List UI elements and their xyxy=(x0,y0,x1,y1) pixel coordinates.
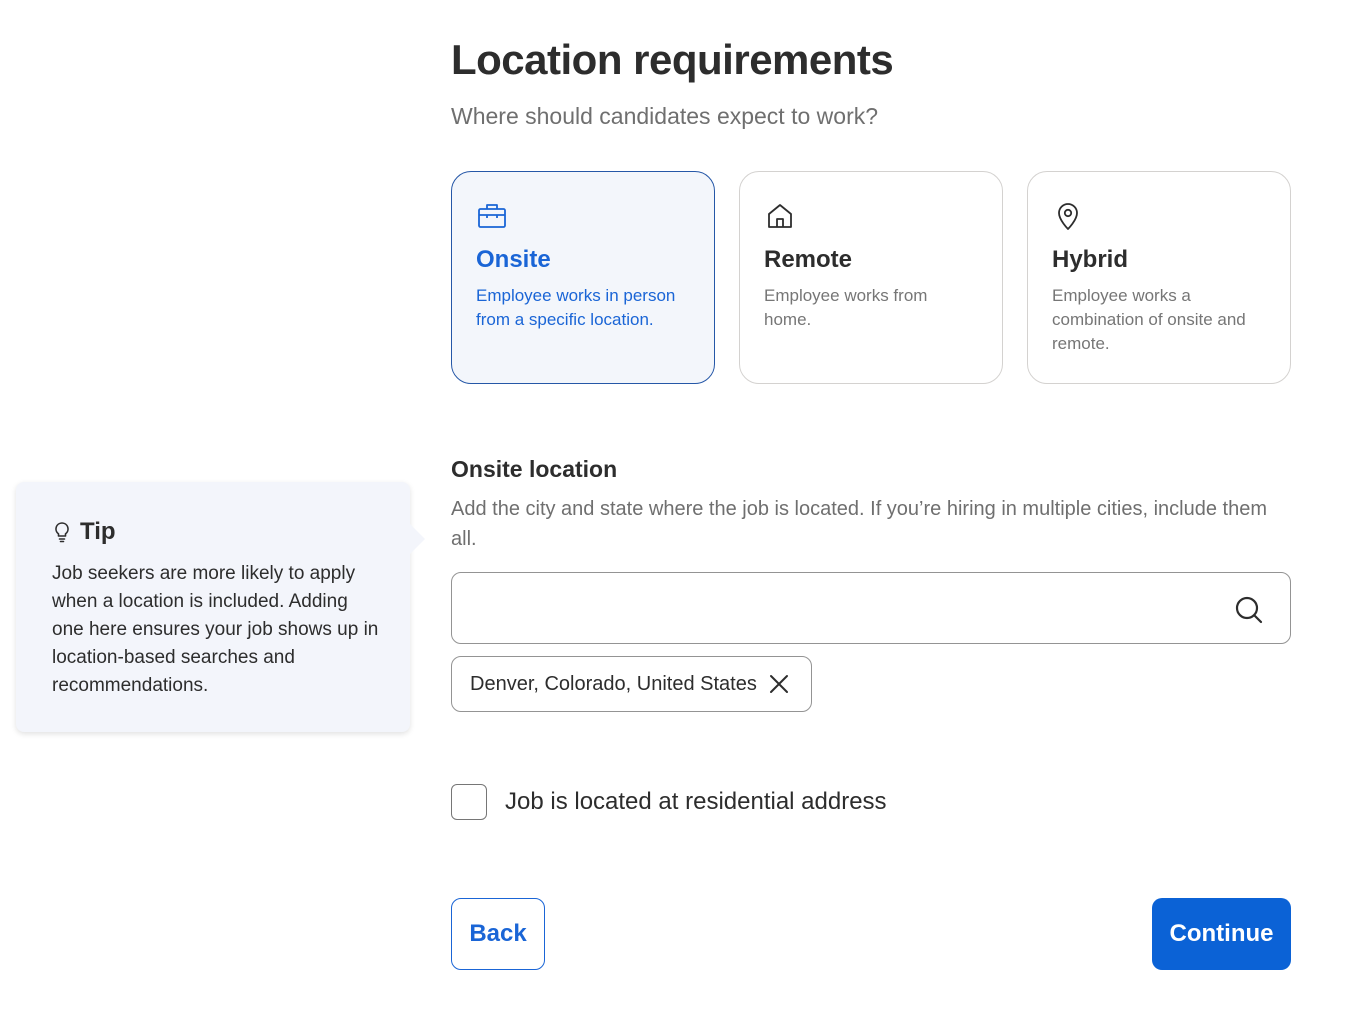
home-icon xyxy=(768,204,792,228)
location-search-box xyxy=(451,572,1291,644)
option-description: Employee works from home. xyxy=(764,286,928,329)
briefcase-icon xyxy=(478,204,506,228)
tip-header: Tip xyxy=(52,518,380,546)
onsite-location-title: Onsite location xyxy=(451,456,618,482)
continue-button[interactable]: Continue xyxy=(1152,898,1291,970)
option-title: Remote xyxy=(764,246,853,273)
option-title: Hybrid xyxy=(1052,246,1129,273)
tip-title: Tip xyxy=(80,518,116,545)
option-card-remote[interactable]: Remote Employee works from home. xyxy=(739,171,1003,384)
work-type-options: Onsite Employee works in person from a s… xyxy=(451,171,1291,384)
option-card-hybrid[interactable]: Hybrid Employee works a combination of o… xyxy=(1027,171,1291,384)
search-icon[interactable] xyxy=(1234,595,1264,625)
residential-address-checkbox[interactable] xyxy=(451,784,487,820)
close-icon[interactable] xyxy=(767,672,791,696)
location-chip-label: Denver, Colorado, United States xyxy=(470,672,757,695)
tip-pointer xyxy=(410,524,425,554)
location-chip: Denver, Colorado, United States xyxy=(451,656,812,712)
option-card-onsite[interactable]: Onsite Employee works in person from a s… xyxy=(451,171,715,384)
option-title: Onsite xyxy=(476,246,551,273)
page-subtitle: Where should candidates expect to work? xyxy=(451,103,879,129)
page-title: Location requirements xyxy=(451,36,894,83)
map-pin-icon xyxy=(1058,203,1078,230)
lightbulb-icon xyxy=(55,522,69,543)
tip-card: Tip Job seekers are more likely to apply… xyxy=(16,482,425,732)
residential-address-row: Job is located at residential address xyxy=(451,784,887,820)
option-description: Employee works a combination of onsite a… xyxy=(1052,286,1246,353)
option-description: Employee works in person from a specific… xyxy=(476,286,676,329)
onsite-location-description: Add the city and state where the job is … xyxy=(451,498,1267,550)
back-button[interactable]: Back xyxy=(451,898,545,970)
tip-body: Job seekers are more likely to apply whe… xyxy=(52,563,379,696)
residential-address-label[interactable]: Job is located at residential address xyxy=(505,788,887,816)
location-search-input[interactable] xyxy=(470,589,1230,629)
